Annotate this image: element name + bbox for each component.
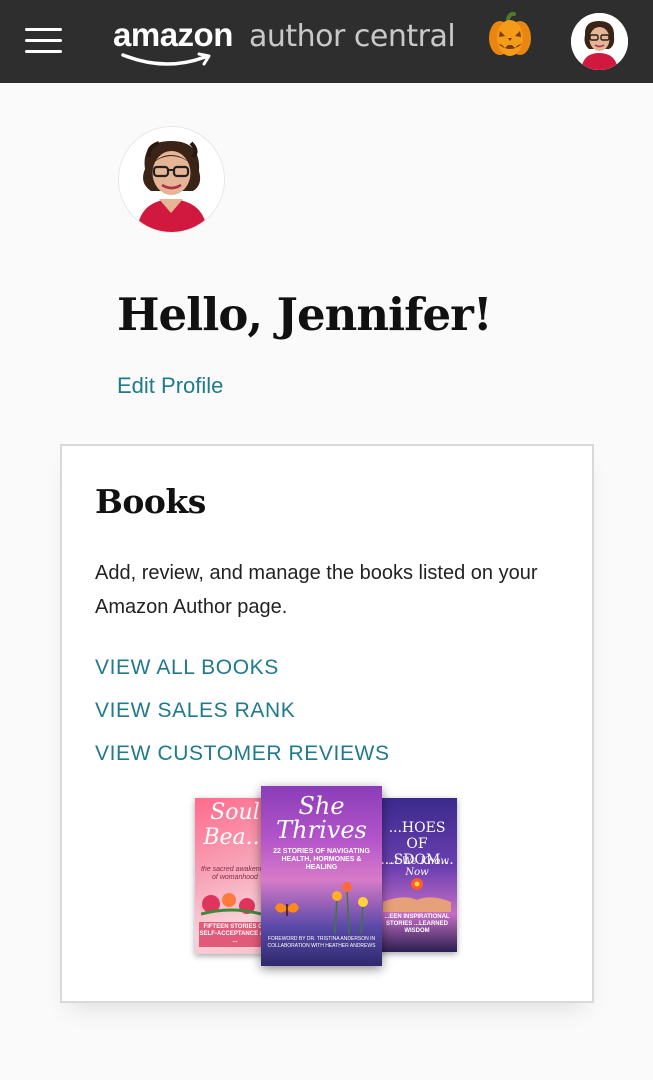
avatar-portrait-icon (571, 13, 628, 70)
amazon-author-central-logo[interactable]: amazon author central (113, 14, 473, 70)
hands-flower-illustration-icon (383, 878, 451, 912)
book-cover-footer: FOREWORD BY DR. TRISTINA ANDERSON IN COL… (267, 936, 376, 949)
book-cover-title: She Thrives (276, 792, 367, 844)
books-card-title: Books (95, 482, 206, 521)
profile-photo (119, 127, 224, 232)
brand-amazon-text: amazon (113, 16, 233, 53)
flower-illustration-icon (201, 893, 261, 916)
book-cover-she-thrives[interactable]: She Thrives 22 STORIES OF NAVIGATING HEA… (261, 786, 382, 966)
greeting-heading: Hello, Jennifer! (117, 288, 493, 341)
books-card-description: Add, review, and manage the books listed… (95, 562, 538, 618)
book-cover-footer: ...EEN INSPIRATIONAL STORIES ...LEARNED … (384, 914, 450, 934)
brand-author-central-text: author central (249, 19, 456, 54)
wildflowers-butterfly-illustration-icon (275, 882, 368, 934)
user-avatar[interactable] (571, 13, 628, 70)
profile-portrait-icon (119, 127, 224, 232)
pumpkin-icon (489, 11, 531, 56)
book-cover-echoes-of-wisdom[interactable]: ...HOES OF ...SDOM... ...t We Know Now .… (377, 798, 457, 952)
view-sales-rank-link[interactable]: VIEW SALES RANK (95, 699, 295, 723)
books-card: Books Add, review, and manage the books … (60, 444, 594, 1003)
edit-profile-link[interactable]: Edit Profile (117, 373, 223, 399)
book-cover-subtitle: 22 STORIES OF NAVIGATING HEALTH, HORMONE… (273, 848, 370, 871)
view-customer-reviews-link[interactable]: VIEW CUSTOMER REVIEWS (95, 742, 390, 766)
amazon-smile-icon (121, 52, 211, 66)
hamburger-menu-icon[interactable] (25, 28, 62, 54)
view-all-books-link[interactable]: VIEW ALL BOOKS (95, 656, 279, 680)
top-navigation-bar: amazon author central (0, 0, 653, 83)
